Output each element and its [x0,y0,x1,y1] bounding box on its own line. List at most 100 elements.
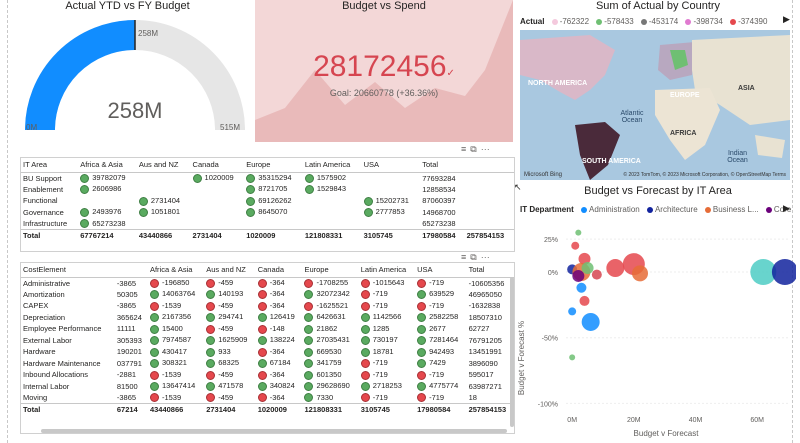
horizontal-scrollbar[interactable] [41,429,507,433]
scatter-point[interactable] [581,312,600,331]
status-good-icon [304,313,314,322]
row-total: 46965050 [468,289,502,299]
map-legend-item[interactable]: -578433 [596,17,634,26]
scatter-point[interactable] [576,282,587,293]
table-cell: 18781 [359,346,415,358]
table-cell: 13647414 [148,381,204,393]
map-legend-item[interactable]: -374390 [730,17,767,26]
scatter-point[interactable] [568,307,577,316]
table-row[interactable]: CAPEX -3865 -1539 -459 -364 -1625521 -719 -719 -… [21,300,514,312]
vertical-scrollbar[interactable] [510,277,514,427]
filter-icon[interactable]: ≡ [461,252,470,262]
x-tick-label: 60M [750,417,764,424]
scatter-point[interactable] [579,295,590,306]
scatter-legend-item[interactable]: Business L... [704,205,759,214]
status-good-icon [363,208,373,217]
scatter-point[interactable] [591,269,602,280]
table-cell: 29628690 [302,381,358,393]
gauge-max-label: 515M [220,123,240,132]
table-cell: -719 [359,358,415,370]
scatter-point[interactable] [571,241,580,250]
table-cell: -719 [359,300,415,312]
cell-value: 8721705 [258,184,288,194]
kpi-card[interactable]: Budget vs Spend 28172456✓ Goal: 20660778… [255,0,513,142]
row-total: 65273238 [422,219,456,228]
scatter-point[interactable] [606,259,625,278]
cost-element-matrix[interactable]: CostElement Africa & Asia Aus and NZ Canada… [20,262,515,434]
table-row[interactable]: Enablement 2606986 8721705 1529843 12858534 [21,184,514,196]
status-bad-icon [149,278,159,288]
more-options-icon[interactable]: ⋯ [481,252,494,262]
cell-value: -364 [269,392,285,402]
focus-mode-icon[interactable]: ⧉ [470,144,480,154]
country-map[interactable]: NORTH AMERICA EUROPE ASIA AFRICA SOUTH A… [520,30,790,180]
table-row[interactable]: Amortization 50305 14063764 140193 -364 32072… [21,289,514,301]
table-cell: -459 [204,277,256,289]
table-row[interactable]: Functional 2731404 69126262 15202731 8706039… [21,195,514,207]
row-total: 18 [468,393,477,402]
scatter-point[interactable] [569,354,576,361]
status-bad-icon [149,370,159,380]
scatter-point[interactable] [581,262,594,275]
column-header: Canada [192,160,219,170]
table-cell: 1575902 [303,172,362,184]
table-row[interactable]: Employee Performance 11111 15400 -459 -148 21… [21,323,514,335]
map-legend-item[interactable]: -398734 [685,17,723,26]
table-row[interactable]: Governance 2493976 1051801 8645070 2777853 14… [21,207,514,219]
table-cell: 8721705 [244,184,303,196]
table-row[interactable]: Infrastructure 65273238 65273238 [21,218,514,230]
table-cell: 2167356 [148,312,204,324]
table-row[interactable]: BU Support 39782079 1020009 35315294 1575902… [21,172,514,184]
table-row[interactable]: Inbound Allocations -2881 -1539 -459 -364 601… [21,369,514,381]
y-tick-label: 0% [548,270,558,277]
table-row[interactable]: Internal Labor 81500 13647414 471578 340824 2… [21,381,514,393]
cell-value: 1575902 [316,173,347,183]
column-header: USA [417,265,433,275]
more-options-icon[interactable]: ⋯ [481,144,494,154]
row-header: BU Support [23,173,62,183]
scatter-legend-item[interactable]: Administration [581,205,640,214]
scatter-point[interactable] [771,259,796,285]
table-row[interactable]: Moving -3865 -1539 -459 -364 7330 -719 -719 18 [21,392,514,404]
cell-value: 126419 [269,312,295,322]
focus-mode-icon[interactable]: ⧉ [470,252,480,262]
it-area-matrix[interactable]: IT Area Africa & Asia Aus and NZ Canada Euro… [20,157,515,252]
legend-next-icon[interactable]: ▶ [783,203,790,214]
column-header: Canada [257,265,284,275]
table-cell: 305393 [116,335,142,345]
row-total: -10605356 [468,278,505,288]
table-cell: 1625909 [204,335,256,347]
legend-next-icon[interactable]: ▶ [783,14,790,25]
status-good-icon [257,382,267,391]
table-row[interactable]: External Labor 305393 7974587 1625909 138224… [21,335,514,347]
status-good-icon [417,347,427,357]
table-row[interactable]: Hardware 190201 430417 933 -364 669530 18781 94… [21,346,514,358]
cell-value: 15202731 [375,195,409,205]
scatter-chart[interactable]: Budget v Forecast % Budget v Forecast 25… [516,218,796,440]
scatter-point[interactable] [572,269,585,282]
column-header: IT Area [23,160,48,170]
gauge-chart[interactable]: 258M 258M 0M 515M [20,18,250,138]
filter-icon[interactable]: ≡ [461,144,470,154]
table-cell: -2881 [116,370,137,380]
table-cell: 50305 [116,289,138,299]
scatter-point[interactable] [575,229,582,236]
scatter-legend: IT Department Administration Architectur… [520,205,796,214]
table-cell: 7281464 [415,335,467,347]
map-attribution: © 2023 TomTom, © 2023 Microsoft Corporat… [623,172,786,178]
table-cell: 190201 [116,347,142,357]
scatter-point[interactable] [632,265,648,282]
status-bad-icon [206,393,216,403]
table-cell: 1142566 [359,312,415,324]
table-row[interactable]: Hardware Maintenance 037791 308321 68325 671… [21,358,514,370]
table-row[interactable]: Depreciation 365624 2167356 294741 126419 642… [21,312,514,324]
gauge-value: 258M [107,98,162,123]
table-cell: 15202731 [362,195,421,207]
cell-value: 2777853 [375,207,405,217]
scatter-legend-item[interactable]: Architecture [646,205,698,214]
map-legend-item[interactable]: -453174 [640,17,678,26]
map-title: Sum of Actual by Country [595,0,721,12]
map-legend-item[interactable]: -762322 [551,17,589,26]
total-cell: 3105745 [361,229,421,241]
table-row[interactable]: Administrative -3865 -196850 -459 -364 -17082… [21,277,514,289]
